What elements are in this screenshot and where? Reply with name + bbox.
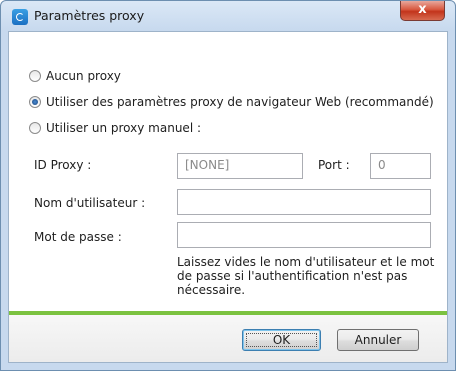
window-title: Paramètres proxy: [34, 8, 145, 23]
credentials-hint: Laissez vides le nom d'utilisateur et le…: [177, 255, 435, 297]
cancel-button[interactable]: Annuler: [337, 329, 419, 351]
port-label: Port :: [318, 158, 350, 172]
port-field[interactable]: 0: [370, 153, 431, 179]
no-proxy-radio[interactable]: [29, 70, 41, 82]
proxy-id-field[interactable]: [NONE]: [177, 153, 303, 179]
browser-proxy-label: Utiliser des paramètres proxy de navigat…: [46, 95, 434, 109]
ok-button[interactable]: OK: [242, 329, 321, 351]
browser-proxy-radio[interactable]: [29, 96, 41, 108]
cancel-label: Annuler: [354, 333, 402, 347]
title-bar[interactable]: Paramètres proxy x: [1, 1, 455, 31]
username-label: Nom d'utilisateur :: [34, 196, 146, 210]
password-field[interactable]: [177, 222, 431, 248]
dialog-content: Aucun proxy Utiliser des paramètres prox…: [8, 31, 448, 363]
no-proxy-label: Aucun proxy: [46, 69, 121, 83]
option-no-proxy[interactable]: Aucun proxy: [29, 67, 121, 85]
proxy-settings-dialog: Paramètres proxy x Aucun proxy Utiliser …: [0, 0, 456, 371]
option-manual-proxy[interactable]: Utiliser un proxy manuel :: [29, 119, 201, 137]
close-button[interactable]: x: [400, 1, 445, 21]
proxy-id-label: ID Proxy :: [34, 158, 92, 172]
username-field[interactable]: [177, 189, 431, 215]
focus-ring: [246, 333, 317, 347]
manual-proxy-label: Utiliser un proxy manuel :: [46, 121, 202, 135]
close-icon: x: [418, 2, 427, 17]
button-bar: OK Annuler: [9, 315, 447, 362]
option-browser-proxy[interactable]: Utiliser des paramètres proxy de navigat…: [29, 93, 434, 111]
proxy-app-icon: [12, 9, 28, 25]
manual-proxy-radio[interactable]: [29, 122, 41, 134]
password-label: Mot de passe :: [34, 230, 122, 244]
